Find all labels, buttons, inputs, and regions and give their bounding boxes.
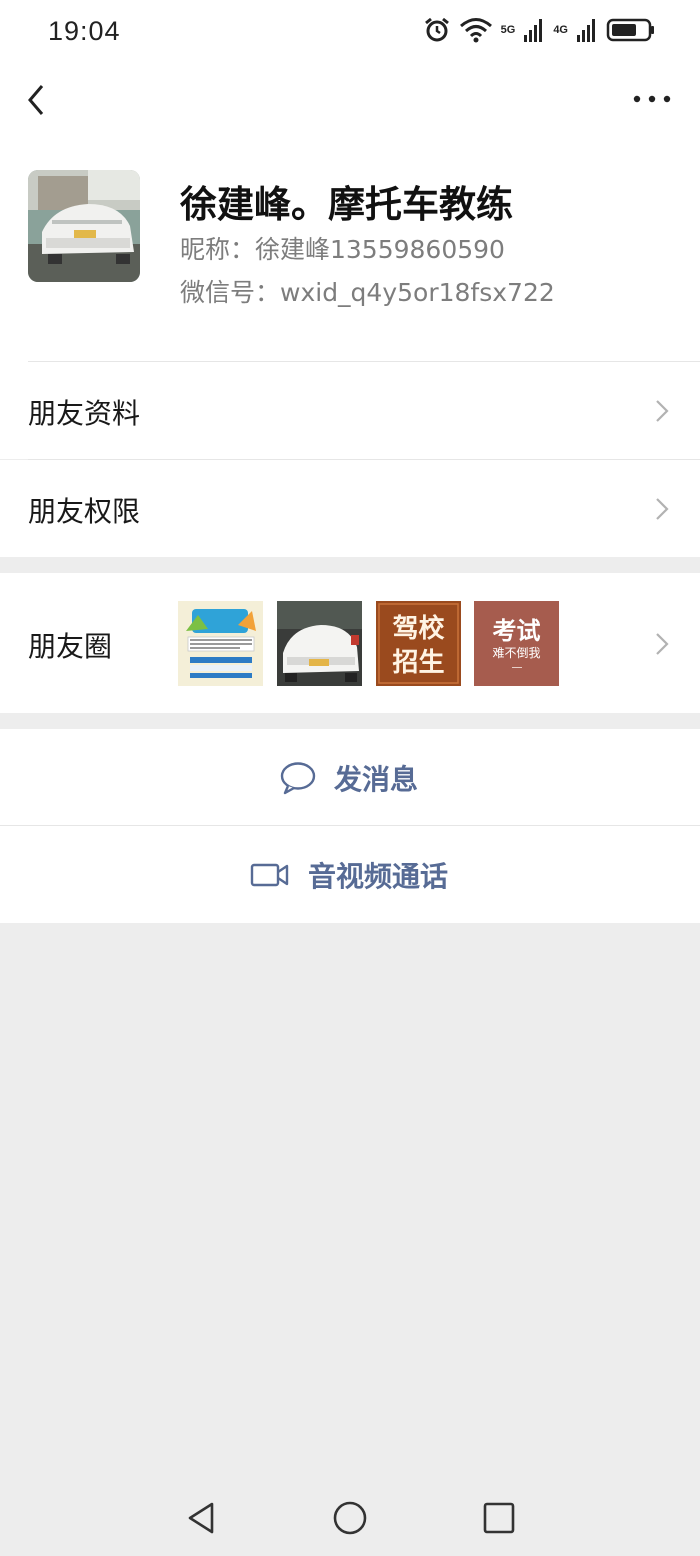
avatar[interactable] <box>28 170 140 282</box>
nav-recents-icon[interactable] <box>482 1501 516 1535</box>
moments-thumbnail-poster[interactable] <box>178 601 263 686</box>
send-message-label: 发消息 <box>334 762 419 796</box>
chevron-right-icon <box>656 633 669 655</box>
row-moments-label: 朋友圈 <box>28 630 113 663</box>
status-time: 19:04 <box>48 16 121 46</box>
system-nav-bar <box>0 1476 700 1556</box>
signal-4g-label: 4G <box>553 24 568 36</box>
signal-5g-label: 5G <box>500 24 516 36</box>
top-nav <box>0 66 700 136</box>
video-call-button[interactable]: 音视频通话 <box>0 826 700 923</box>
row-friend-permissions-label: 朋友权限 <box>28 495 141 528</box>
send-message-button[interactable]: 发消息 <box>0 729 700 826</box>
wechat-id: 微信号：wxid_q4y5or18fsx722 <box>180 278 555 307</box>
moments-thumbnail-car[interactable] <box>277 601 362 686</box>
moments-thumbnail-exam[interactable]: 考试 难不倒我 <box>474 601 559 686</box>
battery-icon <box>606 18 654 42</box>
nav-back-icon[interactable] <box>184 1500 218 1536</box>
row-friend-info-label: 朋友资料 <box>28 397 141 430</box>
row-friend-permissions[interactable]: 朋友权限 <box>0 460 700 557</box>
row-moments[interactable]: 朋友圈 驾校 招生 考试 难不倒我 <box>0 573 700 713</box>
nickname: 昵称：徐建峰13559860590 <box>180 235 505 264</box>
thumbnail-driving-school-line1: 驾校 <box>392 613 445 644</box>
wifi-icon <box>459 18 492 43</box>
chat-bubble-icon <box>280 761 316 794</box>
video-camera-icon <box>250 863 289 886</box>
row-friend-info[interactable]: 朋友资料 <box>0 362 700 460</box>
signal-4g-icon <box>577 19 595 42</box>
moments-thumbnail-driving-school[interactable]: 驾校 招生 <box>376 601 461 686</box>
chevron-right-icon <box>656 498 669 520</box>
more-options-icon[interactable] <box>630 84 674 114</box>
thumbnail-exam-line1: 考试 <box>493 617 541 645</box>
nav-home-icon[interactable] <box>332 1500 368 1536</box>
alarm-icon <box>424 17 449 42</box>
display-name: 徐建峰。摩托车教练 <box>180 183 513 226</box>
thumbnail-exam-line2: 难不倒我 <box>492 646 540 660</box>
profile-header: 徐建峰。摩托车教练 昵称：徐建峰13559860590 微信号：wxid_q4y… <box>0 136 700 362</box>
video-call-label: 音视频通话 <box>308 859 449 893</box>
back-icon[interactable] <box>20 80 60 120</box>
thumbnail-driving-school-line2: 招生 <box>392 648 444 678</box>
chevron-right-icon <box>656 400 669 422</box>
signal-5g-icon <box>524 19 543 42</box>
status-bar: 19:04 5G 4G <box>0 0 700 66</box>
status-icons: 5G 4G <box>423 16 656 44</box>
